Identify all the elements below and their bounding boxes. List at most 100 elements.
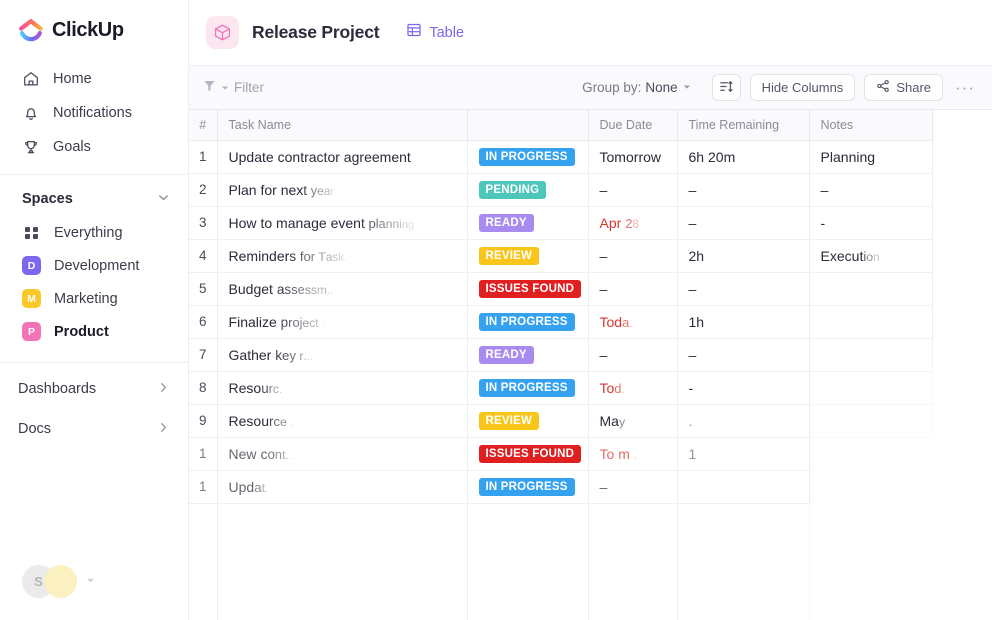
chevron-down-icon[interactable] [86, 576, 95, 587]
sidebar-item-dashboards[interactable]: Dashboards [0, 369, 188, 409]
cell-notes[interactable] [809, 272, 933, 306]
sidebar-item-product[interactable]: P Product [0, 315, 188, 348]
column-header-task-name[interactable]: Task Name [217, 110, 468, 141]
cell-notes[interactable] [809, 371, 933, 405]
cell-task-name[interactable]: How to manage event planning [217, 206, 468, 240]
cell-status[interactable]: READY [467, 338, 589, 372]
cell-notes[interactable]: Execution [809, 239, 933, 273]
cell-empty[interactable] [588, 569, 678, 602]
table-row[interactable]: 8 Resourc. IN PROGRESS Tod. - [189, 371, 933, 405]
cell-empty[interactable] [677, 536, 810, 569]
status-badge[interactable]: REVIEW [478, 411, 540, 431]
status-badge[interactable]: REVIEW [478, 246, 540, 266]
cell-empty[interactable] [189, 569, 218, 602]
group-by-control[interactable]: Group by: None [582, 80, 691, 95]
cell-notes[interactable] [809, 470, 932, 503]
sidebar-item-goals[interactable]: Goals [0, 130, 188, 164]
tab-table[interactable]: Table [406, 22, 464, 43]
column-header-number[interactable]: # [189, 110, 218, 141]
cell-due-date[interactable]: – [588, 470, 678, 504]
cell-status[interactable]: IN PROGRESS [467, 140, 589, 174]
table-empty-row[interactable] [189, 569, 932, 602]
table-row[interactable]: 7 Gather key r... READY – – [189, 338, 933, 372]
cell-status[interactable]: READY [467, 206, 589, 240]
cell-empty[interactable] [467, 569, 589, 602]
table-row[interactable]: 1 Update contractor agreement IN PROGRESS T… [189, 140, 933, 174]
cell-status[interactable]: IN PROGRESS [467, 470, 589, 504]
spaces-section-header[interactable]: Spaces [0, 175, 188, 216]
table-empty-row[interactable] [189, 536, 932, 569]
cell-time-remaining[interactable]: 1 [677, 437, 810, 471]
cell-empty[interactable] [588, 536, 678, 569]
cell-time-remaining[interactable]: 1h [677, 305, 810, 339]
brand-logo[interactable]: ClickUp [0, 0, 188, 58]
avatar-secondary[interactable] [44, 565, 77, 598]
sidebar-item-everything[interactable]: Everything [0, 216, 188, 249]
sidebar-item-notifications[interactable]: Notifications [0, 96, 188, 130]
cell-time-remaining[interactable]: 2h [677, 239, 810, 273]
user-avatars[interactable]: S [0, 565, 188, 620]
cell-empty[interactable] [677, 602, 810, 620]
cell-status[interactable]: REVIEW [467, 239, 589, 273]
cell-due-date[interactable]: May [588, 404, 678, 438]
cell-status[interactable]: ISSUES FOUND [467, 437, 589, 471]
cell-due-date[interactable]: Tomorrow [588, 140, 678, 174]
cell-notes[interactable] [809, 338, 933, 372]
cell-empty[interactable] [189, 536, 218, 569]
cell-time-remaining[interactable]: – [677, 338, 810, 372]
table-row[interactable]: 1 Updat. IN PROGRESS – [189, 470, 932, 504]
cell-task-name[interactable]: Gather key r... [217, 338, 468, 372]
cell-status[interactable]: IN PROGRESS [467, 305, 589, 339]
cell-empty[interactable] [189, 602, 218, 620]
sort-button[interactable] [711, 74, 741, 101]
cell-time-remaining[interactable]: 6h 20m [677, 140, 810, 174]
status-badge[interactable]: IN PROGRESS [478, 477, 575, 497]
cell-time-remaining[interactable]: – [677, 206, 810, 240]
cell-task-name[interactable]: Finalize project . [217, 305, 468, 339]
table-row[interactable]: 1 New cont.. ISSUES FOUND To m .1 [189, 437, 932, 471]
cell-empty[interactable] [217, 602, 468, 620]
status-badge[interactable]: ISSUES FOUND [478, 444, 582, 464]
cell-due-date[interactable]: Apr 28 [588, 206, 678, 240]
cell-empty[interactable] [677, 503, 810, 536]
cell-status[interactable]: PENDING [467, 173, 589, 207]
cell-empty[interactable] [588, 503, 678, 536]
cell-due-date[interactable]: – [588, 338, 678, 372]
chevron-down-icon[interactable] [157, 191, 170, 207]
cell-task-name[interactable]: Update contractor agreement [217, 140, 468, 174]
cell-task-name[interactable]: Resource . [217, 404, 468, 438]
sidebar-item-docs[interactable]: Docs [0, 409, 188, 449]
cell-time-remaining[interactable] [677, 470, 810, 504]
share-button[interactable]: Share [864, 74, 944, 101]
sidebar-item-development[interactable]: D Development [0, 249, 188, 282]
cell-time-remaining[interactable]: – [677, 272, 810, 306]
cell-notes[interactable]: – [809, 173, 933, 207]
cell-empty[interactable] [677, 569, 810, 602]
column-header-status[interactable] [467, 110, 589, 141]
cell-due-date[interactable]: – [588, 173, 678, 207]
sidebar-item-marketing[interactable]: M Marketing [0, 282, 188, 315]
cell-empty[interactable] [467, 503, 589, 536]
cell-notes[interactable] [809, 437, 932, 471]
cell-due-date[interactable]: – [588, 239, 678, 273]
status-badge[interactable]: READY [478, 345, 534, 365]
more-options-button[interactable]: ··· [955, 79, 975, 96]
status-badge[interactable]: IN PROGRESS [478, 312, 575, 332]
hide-columns-button[interactable]: Hide Columns [749, 74, 856, 101]
table-row[interactable]: 6 Finalize project . IN PROGRESS Toda. 1h [189, 305, 933, 339]
cell-time-remaining[interactable]: – [677, 173, 810, 207]
cell-task-name[interactable]: Plan for next year [217, 173, 468, 207]
cell-empty[interactable] [217, 569, 468, 602]
column-header-due-date[interactable]: Due Date [588, 110, 678, 141]
status-badge[interactable]: ISSUES FOUND [478, 279, 582, 299]
cell-notes[interactable]: Planning [809, 140, 933, 174]
cell-due-date[interactable]: – [588, 272, 678, 306]
table-row[interactable]: 3 How to manage event planning READY Apr 28… [189, 206, 933, 240]
status-badge[interactable]: IN PROGRESS [478, 147, 575, 167]
table-row[interactable]: 9 Resource . REVIEW May. [189, 404, 933, 438]
cell-task-name[interactable]: Budget assessm.. [217, 272, 468, 306]
cell-task-name[interactable]: Reminders for Task. [217, 239, 468, 273]
cell-empty[interactable] [467, 602, 589, 620]
cell-empty[interactable] [588, 602, 678, 620]
filter-button[interactable]: Filter [203, 79, 264, 97]
